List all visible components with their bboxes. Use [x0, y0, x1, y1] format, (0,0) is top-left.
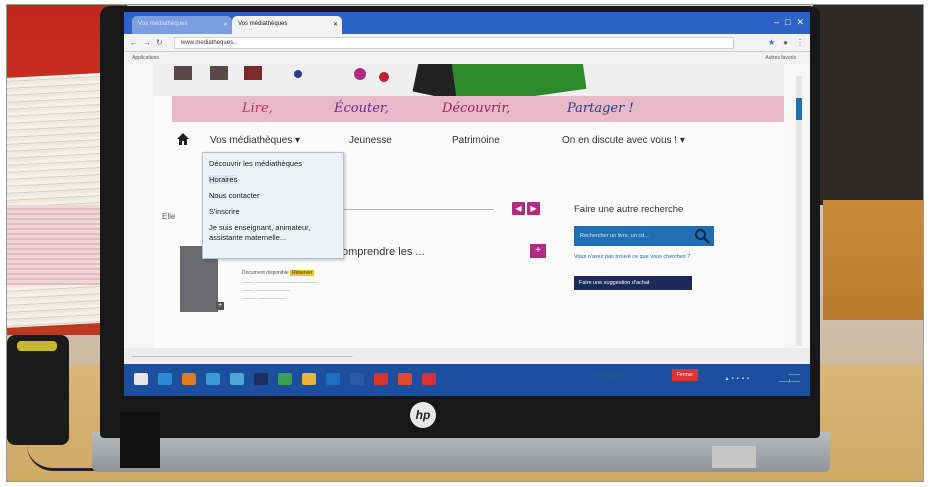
search-underline [334, 209, 494, 210]
purchase-suggestion-button[interactable]: Faire une suggestion d'achat [574, 276, 692, 290]
app-icon[interactable] [398, 373, 412, 385]
slogan-listen: Écouter, [334, 101, 389, 116]
wooden-shelf [823, 200, 923, 320]
reserve-badge[interactable]: Réserver [290, 270, 315, 276]
hp-logo: hp [410, 402, 436, 428]
libraries-dropdown: Découvrir les médiathèques Horaires Nous… [202, 152, 344, 259]
next-icon[interactable]: ▶ [527, 202, 540, 215]
metadata-line: ——— · —————— [242, 296, 287, 301]
navigation-controls: ← → ↻ [130, 38, 163, 47]
bookmarks-bar: Applications Autres favoris [124, 52, 810, 64]
system-clock[interactable]: —:— ——/—— [779, 372, 800, 386]
browser-toolbar: ← → ↻ www.mediatheques... ★ ● ⋮ [124, 34, 810, 52]
web-page: Lire, Écouter, Découvrir, Partager ! Vos… [154, 64, 784, 354]
results-label-fragment: Elle [162, 212, 176, 221]
app-icon[interactable] [422, 373, 436, 385]
app-icon[interactable] [158, 373, 172, 385]
cookie-text: ————————————————————————————————————————… [132, 354, 353, 359]
firefox-icon[interactable] [182, 373, 196, 385]
page-scrollbar[interactable] [796, 76, 802, 346]
hero-graphic [451, 64, 587, 96]
bookmark-apps[interactable]: Applications [132, 55, 159, 61]
dropdown-item-discover[interactable]: Découvrir les médiathèques [209, 159, 302, 168]
slogan-bar: Lire, Écouter, Découvrir, Partager ! [172, 96, 784, 122]
search-icon[interactable] [694, 228, 710, 244]
browser-tab-2[interactable]: Vos médiathèques ✕ [232, 16, 342, 34]
window-controls: – □ ✕ [774, 17, 804, 28]
plus-icon[interactable]: + [216, 302, 224, 310]
forward-icon[interactable]: → [143, 38, 151, 47]
browser-tab-1[interactable]: Vos médiathèques ✕ [132, 16, 232, 34]
back-icon[interactable]: ← [130, 38, 138, 47]
scroll-thumb[interactable] [796, 98, 802, 120]
hero-graphic [244, 66, 262, 80]
close-icon[interactable]: ✕ [223, 21, 228, 28]
add-icon[interactable]: + [530, 244, 546, 258]
profile-icon[interactable]: ● [783, 38, 788, 47]
app-icon[interactable] [350, 373, 364, 385]
laptop-screen: Vos médiathèques ✕ Vos médiathèques ✕ – … [124, 12, 810, 396]
availability-text: Document disponible [242, 270, 289, 276]
prev-icon[interactable]: ◀ [512, 202, 525, 215]
slogan-read: Lire, [242, 101, 273, 116]
menu-youth[interactable]: Jeunesse [349, 135, 392, 146]
search-box[interactable]: Rechercher un livre, un cd... [574, 226, 714, 246]
pink-paper-stack [7, 205, 107, 285]
dropdown-item-contact[interactable]: Nous contacter [209, 191, 259, 200]
slogan-discover: Découvrir, [442, 101, 511, 116]
hero-graphic [294, 70, 302, 78]
dropdown-item-register[interactable]: S'inscrire [209, 207, 240, 216]
dropdown-item-teacher[interactable]: Je suis enseignant, animateur, [209, 223, 310, 232]
help-text: Vous n'avez pas trouvé ce que vous cherc… [574, 254, 691, 260]
menu-discussion[interactable]: On en discute avec vous ! ▾ [562, 135, 685, 146]
close-window-icon[interactable]: ✕ [796, 17, 804, 28]
maximize-icon[interactable]: □ [785, 17, 790, 28]
other-search-title: Faire une autre recherche [574, 204, 684, 215]
menu-heritage[interactable]: Patrimoine [452, 135, 500, 146]
address-input[interactable]: www.mediatheques... [174, 37, 734, 49]
windows-taskbar: ▴▪▪▪▪ —:— ——/—— [124, 364, 810, 396]
search-input[interactable]: Rechercher un livre, un cd... [580, 233, 649, 239]
start-icon[interactable] [134, 373, 148, 385]
chrome-icon[interactable] [302, 373, 316, 385]
minimize-icon[interactable]: – [774, 17, 779, 28]
cookie-more-link[interactable]: En savoir plus [594, 373, 622, 378]
toolbar-right: ★ ● ⋮ [768, 38, 804, 47]
pdf-icon[interactable] [374, 373, 388, 385]
cookie-close-button[interactable]: Fermer [672, 369, 698, 381]
hero-graphic [210, 66, 228, 80]
metadata-line: —— · ———————— [242, 288, 291, 293]
metadata-line: —— · —————————————— [242, 280, 318, 285]
star-icon[interactable]: ★ [768, 38, 775, 47]
dropdown-item-teacher-2[interactable]: assistante maternelle... [209, 233, 286, 242]
laptop-hinge-left [120, 412, 160, 468]
app-icon[interactable] [278, 373, 292, 385]
close-icon[interactable]: ✕ [333, 21, 338, 28]
tab-title: Vos médiathèques [238, 21, 288, 27]
reload-icon[interactable]: ↻ [156, 38, 163, 47]
home-icon[interactable] [176, 132, 190, 146]
dark-device [7, 335, 69, 445]
result-title[interactable]: omprendre les ... [342, 246, 425, 258]
hero-graphic [354, 68, 366, 80]
availability-status: Document disponible Réserver [242, 270, 315, 276]
app-icon[interactable] [326, 373, 340, 385]
dropdown-item-hours[interactable]: Horaires [209, 175, 238, 184]
app-icon[interactable] [206, 373, 220, 385]
browser-tab-strip: Vos médiathèques ✕ Vos médiathèques ✕ – … [124, 12, 810, 34]
hero-graphic [379, 72, 389, 82]
laptop-hinge-right [712, 446, 756, 468]
menu-icon[interactable]: ⋮ [796, 38, 804, 47]
bookmark-other[interactable]: Autres favoris [765, 55, 796, 61]
slogan-share: Partager ! [567, 101, 634, 116]
app-icon[interactable] [254, 373, 268, 385]
tab-title: Vos médiathèques [138, 21, 188, 27]
app-icon[interactable] [230, 373, 244, 385]
hero-graphic [174, 66, 192, 80]
system-tray-icons[interactable]: ▴▪▪▪▪ [725, 375, 752, 382]
dark-monitor-back [813, 5, 923, 205]
hero-banner [154, 64, 784, 96]
menu-your-libraries[interactable]: Vos médiathèques ▾ [210, 135, 300, 146]
